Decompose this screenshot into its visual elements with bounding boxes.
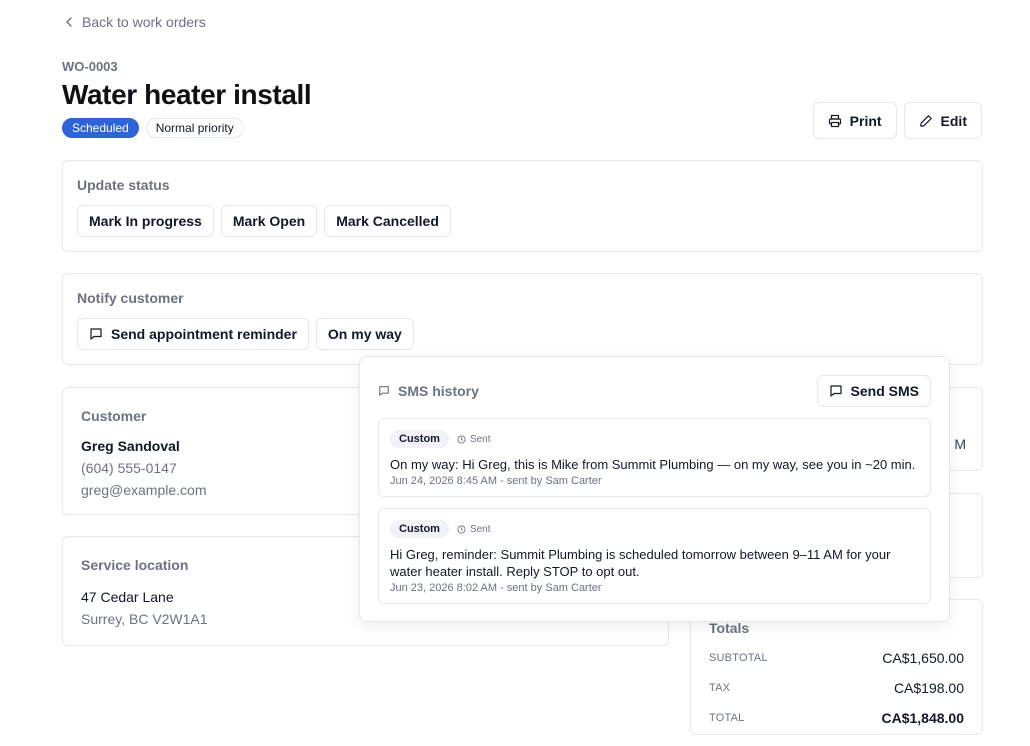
sms-type-tag: Custom bbox=[390, 520, 449, 538]
clock-icon bbox=[457, 434, 466, 444]
notify-customer-title: Notify customer bbox=[77, 290, 184, 306]
tax-row: TAX CA$198.00 bbox=[709, 680, 964, 696]
header-actions: Print Edit bbox=[812, 102, 982, 139]
sms-message-meta: Custom Sent bbox=[390, 520, 919, 538]
edit-button-label: Edit bbox=[940, 112, 967, 129]
update-status-title: Update status bbox=[77, 177, 170, 193]
sms-body: On my way: Hi Greg, this is Mike from Su… bbox=[390, 457, 916, 472]
sms-message-meta: Custom Sent bbox=[390, 430, 919, 448]
pencil-icon bbox=[919, 114, 932, 127]
sms-status: Sent bbox=[457, 524, 491, 535]
mark-cancelled-button[interactable]: Mark Cancelled bbox=[324, 205, 451, 237]
back-link-label: Back to work orders bbox=[82, 14, 206, 30]
send-sms-button[interactable]: Send SMS bbox=[816, 375, 931, 407]
sms-message: Custom Sent On my way: Hi Greg, this is … bbox=[378, 418, 931, 497]
work-order-id: WO-0003 bbox=[62, 59, 118, 74]
page-title: Water heater install bbox=[62, 79, 312, 110]
sms-type-tag: Custom bbox=[390, 430, 449, 448]
sms-history-popover: SMS history Send SMS Custom Sent On my w… bbox=[359, 356, 950, 622]
subtotal-label: SUBTOTAL bbox=[709, 652, 768, 664]
tax-value: CA$198.00 bbox=[893, 680, 964, 696]
totals-title: Totals bbox=[709, 620, 750, 636]
message-icon bbox=[379, 386, 389, 396]
subtotal-row: SUBTOTAL CA$1,650.00 bbox=[709, 650, 964, 666]
status-badge: Scheduled bbox=[62, 118, 139, 138]
printer-icon bbox=[828, 114, 841, 127]
send-reminder-label: Send appointment reminder bbox=[111, 326, 297, 342]
send-sms-label: Send SMS bbox=[850, 383, 919, 399]
sms-history-title: SMS history bbox=[398, 383, 479, 399]
total-label: TOTAL bbox=[709, 712, 745, 724]
mark-in-progress-button[interactable]: Mark In progress bbox=[77, 205, 214, 237]
status-buttons: Mark In progress Mark Open Mark Cancelle… bbox=[77, 205, 968, 237]
chevron-left-icon bbox=[66, 17, 72, 27]
sms-status-label: Sent bbox=[469, 433, 491, 445]
send-reminder-button[interactable]: Send appointment reminder bbox=[77, 318, 309, 350]
mark-open-button[interactable]: Mark Open bbox=[220, 205, 318, 237]
print-button[interactable]: Print bbox=[812, 102, 897, 139]
sms-history-header: SMS history Send SMS bbox=[378, 375, 931, 407]
priority-badge: Normal priority bbox=[145, 118, 244, 138]
update-status-card: Update status Mark In progress Mark Open… bbox=[62, 160, 983, 252]
print-button-label: Print bbox=[849, 112, 882, 129]
sms-footer: Jun 24, 2026 8:45 AM - sent by Sam Carte… bbox=[390, 475, 602, 487]
message-icon bbox=[90, 328, 102, 340]
message-icon bbox=[829, 385, 842, 397]
badge-row: Scheduled Normal priority bbox=[62, 118, 244, 138]
subtotal-value: CA$1,650.00 bbox=[882, 650, 964, 666]
clock-icon bbox=[457, 524, 466, 534]
sms-message: Custom Sent Hi Greg, reminder: Summit Pl… bbox=[378, 508, 931, 604]
edit-button[interactable]: Edit bbox=[903, 102, 982, 139]
tax-label: TAX bbox=[709, 682, 731, 694]
sms-footer: Jun 23, 2026 8:02 AM - sent by Sam Carte… bbox=[390, 582, 602, 594]
total-row: TOTAL CA$1,848.00 bbox=[709, 710, 964, 726]
sms-history-title-wrap: SMS history bbox=[378, 383, 479, 399]
sms-status: Sent bbox=[457, 434, 491, 445]
notify-customer-card: Notify customer Send appointment reminde… bbox=[62, 273, 983, 365]
total-value: CA$1,848.00 bbox=[881, 710, 964, 726]
notify-buttons: Send appointment reminder On my way bbox=[77, 318, 968, 350]
schedule-clipped-text: M bbox=[954, 436, 966, 452]
sms-status-label: Sent bbox=[469, 523, 491, 535]
back-link[interactable]: Back to work orders bbox=[64, 14, 206, 30]
on-my-way-button[interactable]: On my way bbox=[315, 318, 414, 350]
sms-body: Hi Greg, reminder: Summit Plumbing is sc… bbox=[390, 547, 891, 579]
